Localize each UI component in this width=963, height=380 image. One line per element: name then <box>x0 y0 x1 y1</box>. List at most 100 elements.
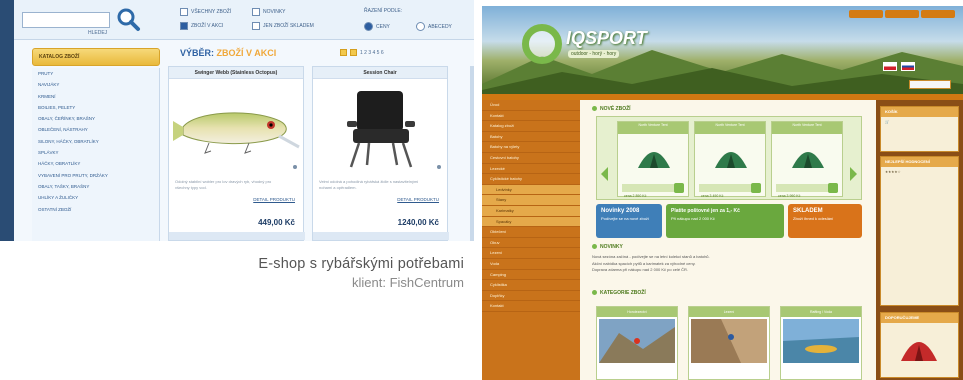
tent-icon[interactable] <box>713 142 749 170</box>
search-button-label[interactable]: HLEDEJ <box>88 30 107 36</box>
new-product-card[interactable]: North Venture Tent cena 2 890 Kč <box>617 121 689 198</box>
logo[interactable]: IQSPORT <box>566 28 647 49</box>
sidebar-item[interactable]: Katalog zboží <box>482 121 580 132</box>
category-item[interactable]: UHLÍKY A ŽULIČKY <box>32 192 159 203</box>
sort-by-price[interactable]: CENY <box>364 22 390 31</box>
new-product-name[interactable]: North Venture Tent <box>772 122 842 134</box>
category-item[interactable]: NAVIJÁKY <box>32 79 159 90</box>
sidebar-item[interactable]: Cestovní batohy <box>482 153 580 164</box>
product-detail-link[interactable]: DETAIL PRODUKTU <box>253 197 295 202</box>
promo-banner-stock[interactable]: SKLADEM Zboží ihned k odeslání <box>788 204 862 238</box>
sort-by-name[interactable]: ABECEDY <box>416 22 452 31</box>
radio-icon[interactable] <box>416 22 425 31</box>
sort-label-text: ŘAZENÍ PODLE: <box>364 8 403 14</box>
new-product-card[interactable]: North Venture Tent cena 3 990 Kč <box>771 121 843 198</box>
category-item[interactable]: SILONY, HÁČKY, OBRATLÍKY <box>32 136 159 147</box>
cart-button-icon[interactable] <box>828 183 838 193</box>
checkbox-checked-icon[interactable] <box>180 22 188 30</box>
cart-button-icon[interactable] <box>674 183 684 193</box>
filter-new[interactable]: NOVINKY <box>252 8 286 16</box>
radio-selected-icon[interactable] <box>364 22 373 31</box>
next-arrow-icon[interactable] <box>850 167 857 181</box>
category-item[interactable]: OSTATNÍ ZBOŽÍ <box>32 204 159 215</box>
main-content: NOVÉ ZBOŽÍ North Venture Tent cena 2 890… <box>580 100 876 380</box>
search-input[interactable] <box>909 80 951 89</box>
checkbox-icon[interactable] <box>180 8 188 16</box>
checkbox-icon[interactable] <box>252 22 260 30</box>
category-item[interactable]: KRMENÍ <box>32 91 159 102</box>
pager-next-icon[interactable] <box>350 49 357 56</box>
category-item[interactable]: VYBAVENÍ PRO PRUTY, DRŽÁKY <box>32 170 159 181</box>
category-card[interactable]: Horolezectví <box>596 306 678 380</box>
sidebar-item[interactable]: Cyklistické batohy <box>482 174 580 185</box>
search-input[interactable] <box>22 12 110 28</box>
tent-icon[interactable] <box>790 142 826 170</box>
czech-flag-icon[interactable] <box>883 62 897 71</box>
new-product-name[interactable]: North Venture Tent <box>695 122 765 134</box>
new-product-card[interactable]: North Venture Tent cena 3 490 Kč <box>694 121 766 198</box>
tent-icon[interactable] <box>636 142 672 170</box>
filter-all[interactable]: VŠECHNY ZBOŽÍ <box>180 8 231 16</box>
category-item[interactable]: OBLEČENÍ, NÁSTRAHY <box>32 124 159 135</box>
sidebar-item[interactable]: Kontakt <box>482 301 580 312</box>
category-card[interactable]: Rafting / Voda <box>780 306 862 380</box>
sidebar-subitem[interactable]: Spacáky <box>482 216 580 228</box>
sidebar-item[interactable]: Kontakt <box>482 111 580 122</box>
recommended-tent-icon[interactable] <box>899 329 939 363</box>
category-item[interactable]: OBALY, TAŠKY, BRAŠNY <box>32 181 159 192</box>
product-detail-link[interactable]: DETAIL PRODUKTU <box>397 197 439 202</box>
pager-prev-icon[interactable] <box>340 49 347 56</box>
prev-arrow-icon[interactable] <box>601 167 608 181</box>
sidebar-subitem[interactable]: Karimatky <box>482 205 580 217</box>
product-card[interactable]: Session Chair Velmi odolná a pohodlná ry… <box>312 66 449 241</box>
category-item[interactable]: SPLÁVKY <box>32 147 159 158</box>
wobbler-lure-image[interactable] <box>169 81 305 173</box>
sidebar-item[interactable]: Úvod <box>482 100 580 111</box>
sidebar-item[interactable]: Oblečení <box>482 227 580 238</box>
climbing-photo[interactable] <box>599 319 675 363</box>
promo-banner-new[interactable]: Novinky 2008 Podívejte se na nové zboží <box>596 204 662 238</box>
sidebar-item[interactable]: Lezení <box>482 248 580 259</box>
product-card[interactable]: Swinger Webb (Stainless Octopus) Odolný … <box>168 66 305 241</box>
category-item[interactable]: HÁČKY, OBRATLÍKY <box>32 158 159 169</box>
search-icon[interactable] <box>115 6 141 32</box>
new-product-name[interactable]: North Venture Tent <box>618 122 688 134</box>
sidebar-item[interactable]: Batohy <box>482 132 580 143</box>
category-name[interactable]: Horolezectví <box>597 307 677 317</box>
top-nav-button[interactable] <box>849 10 883 18</box>
cart-button-icon[interactable] <box>751 183 761 193</box>
checkbox-icon[interactable] <box>252 8 260 16</box>
category-name[interactable]: Lezení <box>689 307 769 317</box>
sidebar-item[interactable]: Batohy na výlety <box>482 142 580 153</box>
promo-banner-shipping[interactable]: Platíte poštovné jen za 1,- Kč Při nákup… <box>666 204 784 238</box>
sidebar-item[interactable]: Camping <box>482 270 580 281</box>
top-nav-button[interactable] <box>921 10 955 18</box>
rafting-photo[interactable] <box>783 319 859 363</box>
sidebar-item[interactable]: Obuv <box>482 238 580 249</box>
category-card[interactable]: Lezení <box>688 306 770 380</box>
category-item[interactable]: BOILIES, PELETY <box>32 102 159 113</box>
top-nav-button[interactable] <box>885 10 919 18</box>
sidebar-item[interactable]: Lezecké <box>482 164 580 175</box>
category-name[interactable]: Rafting / Voda <box>781 307 861 317</box>
recommend-box: DOPORUČUJEME <box>880 312 959 378</box>
sidebar-item[interactable]: Voda <box>482 259 580 270</box>
category-item[interactable]: PRUTY <box>32 68 159 79</box>
filter-in-stock[interactable]: JEN ZBOŽÍ SKLADEM <box>252 22 314 30</box>
sidebar-subitem[interactable]: Ledvinky <box>482 184 580 196</box>
rock-climbing-photo[interactable] <box>691 319 767 363</box>
logo-ring-icon[interactable] <box>522 24 562 64</box>
sidebar-subitem[interactable]: Stany <box>482 195 580 206</box>
slovak-flag-icon[interactable] <box>901 62 915 71</box>
filter-sale[interactable]: ZBOŽÍ V AKCI <box>180 22 223 30</box>
promo-banners: Novinky 2008 Podívejte se na nové zboží … <box>596 204 862 238</box>
product-name[interactable]: Swinger Webb (Stainless Octopus) <box>169 67 303 79</box>
sidebar-item[interactable]: Cyklistika <box>482 280 580 291</box>
cart-icon[interactable]: 🛒 <box>881 117 958 128</box>
pager-pages[interactable]: 1 2 3 4 5 6 <box>360 50 384 56</box>
category-item[interactable]: OBALY, ČEŘÍNKY, BRAŠNY <box>32 113 159 124</box>
product-name[interactable]: Session Chair <box>313 67 447 79</box>
news-item[interactable]: Doprava zdarma při nákupu nad 2 000 Kč p… <box>592 267 862 274</box>
sidebar-item[interactable]: Doplňky <box>482 291 580 302</box>
fishing-chair-image[interactable] <box>313 81 449 173</box>
